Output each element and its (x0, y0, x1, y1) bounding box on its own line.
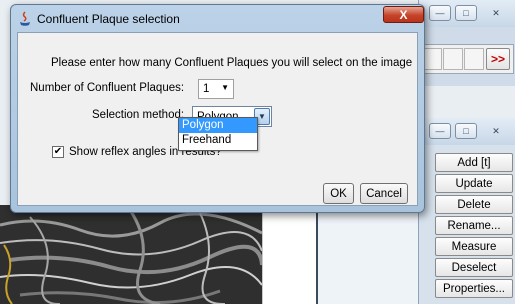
reflex-angles-checkbox[interactable]: ✔ (52, 146, 64, 158)
plaque-count-value: 1 (203, 83, 210, 95)
roi-manager-window: — □ ✕ Add [t] Update Delete Rename... Me… (418, 118, 515, 304)
roi-update-button[interactable]: Update (435, 174, 513, 193)
roi-manager-titlebar: — □ ✕ (419, 118, 515, 145)
roi-deselect-button[interactable]: Deselect (435, 258, 513, 277)
maximize-icon[interactable]: □ (455, 123, 477, 139)
background-list-panel (262, 210, 318, 304)
close-icon[interactable]: ✕ (485, 5, 507, 21)
selection-method-dropdown: Polygon Freehand (178, 117, 258, 151)
background-frame (316, 205, 418, 304)
java-icon (19, 11, 31, 27)
toolbar-cell[interactable] (422, 48, 442, 70)
dialog-titlebar: Confluent Plaque selection (19, 9, 180, 29)
background-window-titlebar: — □ ✕ (419, 0, 515, 27)
dialog-close-button[interactable]: X (383, 6, 424, 23)
roi-add-button[interactable]: Add [t] (435, 153, 513, 172)
dialog-prompt: Please enter how many Confluent Plaques … (51, 57, 413, 69)
method-label: Selection method: (92, 109, 185, 121)
cancel-button[interactable]: Cancel (360, 183, 408, 204)
minimize-icon[interactable]: — (429, 123, 451, 139)
count-label: Number of Confluent Plaques: (30, 82, 185, 94)
minimize-icon[interactable]: — (429, 5, 451, 21)
ok-button[interactable]: OK (323, 183, 354, 204)
toolbar-cell[interactable] (443, 48, 463, 70)
plaque-count-select[interactable]: 1 ▼ (198, 79, 234, 99)
roi-measure-button[interactable]: Measure (435, 237, 513, 256)
roi-delete-button[interactable]: Delete (435, 195, 513, 214)
background-window-top: — □ ✕ >> (418, 0, 515, 86)
dialog-title: Confluent Plaque selection (37, 12, 180, 26)
confluent-plaque-dialog: Confluent Plaque selection X Please ente… (10, 4, 425, 213)
background-toolbar: >> (422, 44, 514, 74)
image-canvas[interactable] (0, 205, 262, 304)
dropdown-option-polygon[interactable]: Polygon (179, 118, 257, 133)
chevron-down-icon: ▼ (221, 83, 229, 92)
dropdown-option-freehand[interactable]: Freehand (179, 133, 257, 148)
more-tools-button[interactable]: >> (486, 48, 510, 70)
roi-properties-button[interactable]: Properties... (435, 279, 513, 298)
toolbar-cell[interactable] (464, 48, 484, 70)
close-icon[interactable]: ✕ (485, 123, 507, 139)
maximize-icon[interactable]: □ (455, 5, 477, 21)
ultrasound-image (0, 205, 262, 304)
roi-rename-button[interactable]: Rename... (435, 216, 513, 235)
